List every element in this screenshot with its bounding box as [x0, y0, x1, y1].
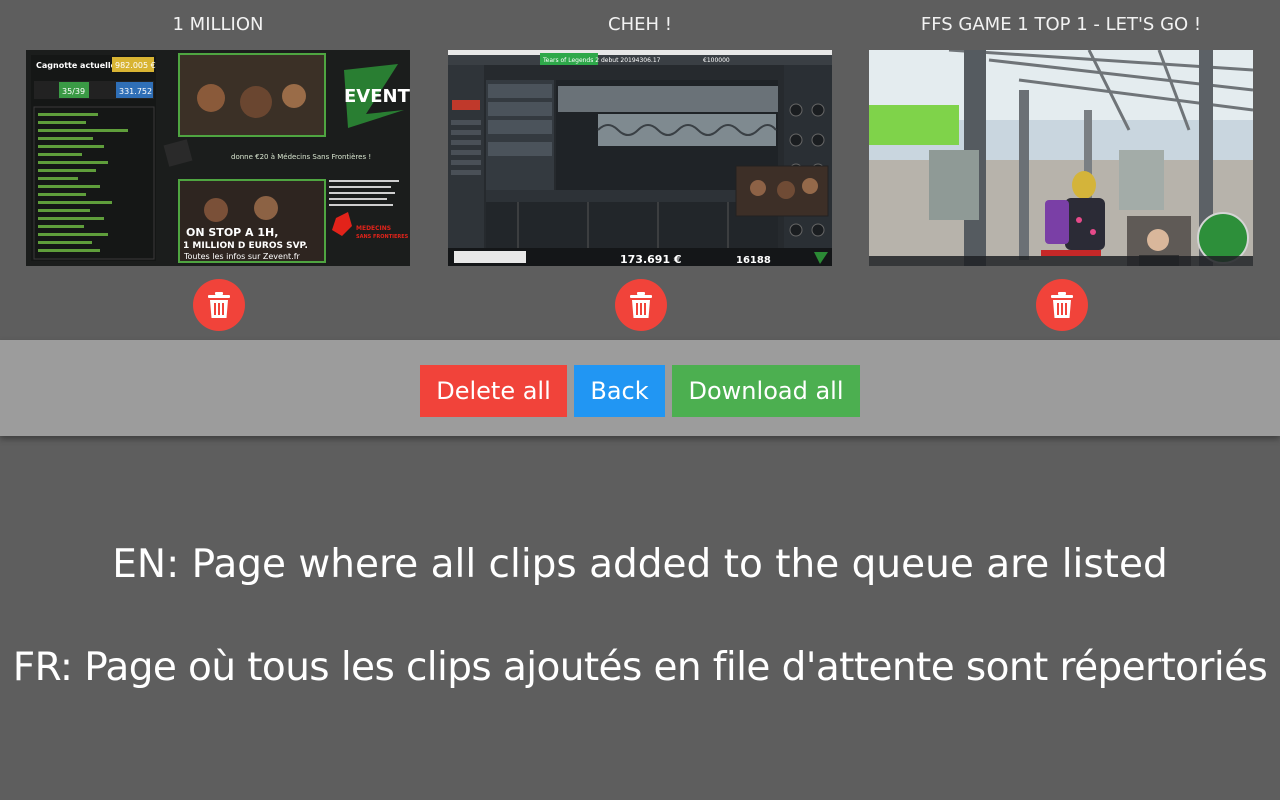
delete-clip-button[interactable]	[193, 279, 245, 331]
clip-thumbnail[interactable]: Tears of Legends 2 debut 20194306.17 €10…	[448, 50, 832, 266]
caption-french: FR: Page où tous les clips ajoutés en fi…	[12, 645, 1268, 690]
clip-card: CHEH ! Tears of Legends 2 debut 20194306…	[448, 0, 832, 340]
clip-thumbnail-image	[869, 50, 1253, 266]
banner-line-3: Toutes les infos sur Zevent.fr	[183, 252, 301, 261]
stat-left: 35/39	[62, 87, 85, 96]
event-logo-text: EVENT	[344, 86, 410, 107]
clip-title: FFS GAME 1 TOP 1 - LET'S GO !	[920, 14, 1202, 35]
trash-icon	[1051, 292, 1073, 318]
banner-line-2: 1 MILLION D EUROS SVP.	[183, 241, 308, 251]
msf-line-2: SANS FRONTIERES	[356, 234, 409, 240]
tab-label: Tears of Legends 2 debut 20194306.17	[542, 57, 661, 64]
clip-thumbnail-image: Tears of Legends 2 debut 20194306.17 €10…	[448, 50, 832, 266]
trash-icon	[208, 292, 230, 318]
clip-card: FFS GAME 1 TOP 1 - LET'S GO !	[869, 0, 1253, 340]
donation-text: donne €20 à Médecins Sans Frontières !	[231, 153, 371, 161]
stat-right: 331.752	[119, 87, 152, 96]
clip-title: CHEH !	[608, 14, 672, 35]
delete-clip-button[interactable]	[1036, 279, 1088, 331]
banner-line-1: ON STOP A 1H,	[186, 226, 278, 239]
total-text: 173.691 €	[620, 253, 682, 266]
delete-clip-button[interactable]	[615, 279, 667, 331]
clip-thumbnail[interactable]	[869, 50, 1253, 266]
clip-card: 1 MILLION Cagnotte actuelle : 982.005 € …	[26, 0, 410, 340]
clip-thumbnail-image: Cagnotte actuelle : 982.005 € 35/39 331.…	[26, 50, 410, 266]
cagnotte-value: 982.005 €	[115, 61, 156, 70]
delete-all-button[interactable]: Delete all	[420, 365, 567, 417]
cagnotte-label: Cagnotte actuelle :	[36, 61, 122, 70]
caption-english: EN: Page where all clips added to the qu…	[112, 542, 1168, 587]
trash-icon	[630, 292, 652, 318]
back-button[interactable]: Back	[574, 365, 665, 417]
msf-line-1: MEDECINS	[356, 225, 391, 232]
count-text: 16188	[736, 255, 771, 266]
action-toolbar: Delete all Back Download all	[0, 340, 1280, 436]
clip-title: 1 MILLION	[172, 14, 264, 35]
clip-list: 1 MILLION Cagnotte actuelle : 982.005 € …	[0, 0, 1280, 340]
clip-thumbnail[interactable]: Cagnotte actuelle : 982.005 € 35/39 331.…	[26, 50, 410, 266]
goal-text: €100000	[703, 57, 730, 64]
download-all-button[interactable]: Download all	[672, 365, 860, 417]
